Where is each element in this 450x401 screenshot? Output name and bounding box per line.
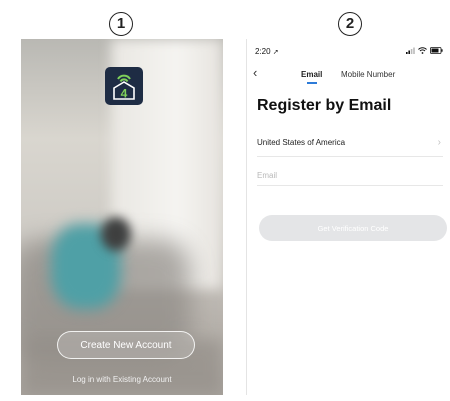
create-new-account-button[interactable]: Create New Account [57,331,195,359]
tab-mobile-number[interactable]: Mobile Number [341,70,395,79]
tab-email[interactable]: Email [301,70,322,79]
welcome-screen: 4 Create New Account Log in with Existin… [21,39,223,395]
login-existing-account-link[interactable]: Log in with Existing Account [21,375,223,384]
background-person-head [101,217,131,251]
location-arrow-icon: ➚ [272,49,279,56]
active-tab-indicator [307,82,317,84]
email-input[interactable] [257,165,443,186]
country-selector[interactable]: United States of America › [257,134,443,157]
get-verification-code-button[interactable]: Get Verification Code [259,215,447,241]
battery-icon [430,47,443,54]
step-2-label: 2 [338,12,362,36]
signal-icon [406,47,415,54]
step-1-label: 1 [109,12,133,36]
house-wifi-4-icon: 4 [105,67,143,105]
logo-digit: 4 [121,87,128,101]
country-value: United States of America [257,138,346,147]
status-time: 2:20 ➚ [255,47,279,56]
wifi-icon [418,47,427,54]
chevron-right-icon: › [437,137,441,148]
page-title: Register by Email [257,97,392,114]
status-icons [406,47,443,54]
back-chevron-icon[interactable]: ‹ [253,65,257,80]
register-screen: 2:20 ➚ ‹ Email Mobile Number Register by… [246,39,449,395]
